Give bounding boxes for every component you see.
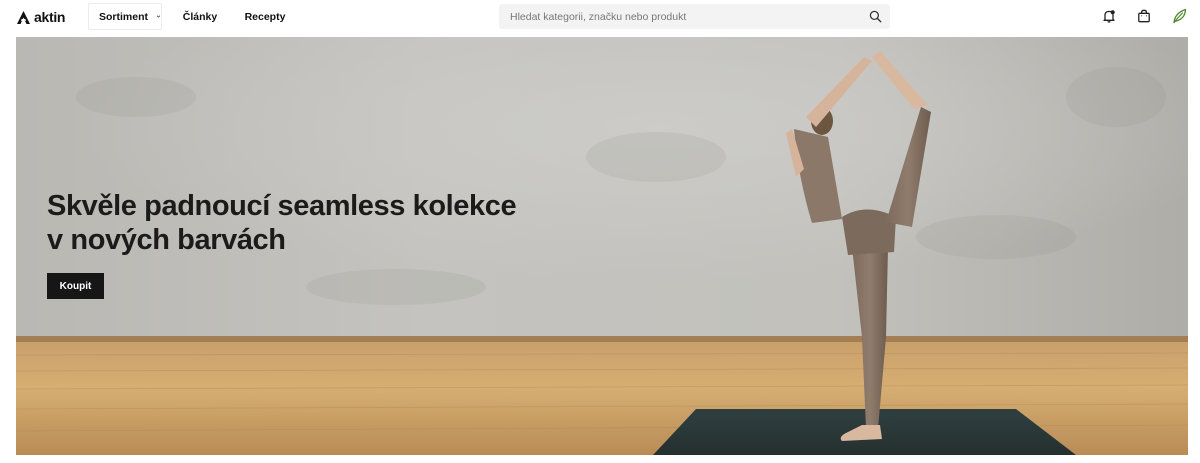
hero-title: Skvěle padnoucí seamless kolekce v novýc… [47, 189, 527, 257]
page: aktin Sortiment Články Recepty Hledat ka… [0, 0, 1200, 463]
search-bar [499, 4, 890, 29]
aktin-logo[interactable]: aktin [16, 8, 65, 26]
hero-title-line-2: v nových barvách [47, 224, 286, 256]
bell-icon[interactable] [1102, 9, 1116, 23]
logo-text: aktin [34, 9, 66, 25]
search-icon[interactable] [869, 10, 882, 23]
nav-clanky-link[interactable]: Články [176, 3, 224, 30]
hero-banner[interactable]: Skvěle padnoucí seamless kolekce v novýc… [16, 37, 1188, 455]
search-input[interactable] [499, 4, 839, 29]
nav-recepty-link[interactable]: Recepty [240, 3, 290, 30]
nav-clanky-label: Články [182, 10, 218, 23]
nav-sortiment-dropdown[interactable]: Sortiment [88, 3, 162, 30]
logo-mark-icon [17, 10, 30, 24]
nav-recepty-label: Recepty [244, 10, 286, 23]
hero-title-line-1: Skvěle padnoucí seamless kolekce [47, 190, 517, 222]
chevron-down-icon [156, 15, 161, 18]
site-header: aktin Sortiment Články Recepty [0, 0, 1200, 34]
nav-sortiment-label: Sortiment [99, 10, 149, 23]
buy-button[interactable]: Koupit [47, 273, 104, 299]
shopping-bag-icon[interactable] [1137, 9, 1151, 23]
leaf-icon[interactable] [1172, 8, 1187, 24]
